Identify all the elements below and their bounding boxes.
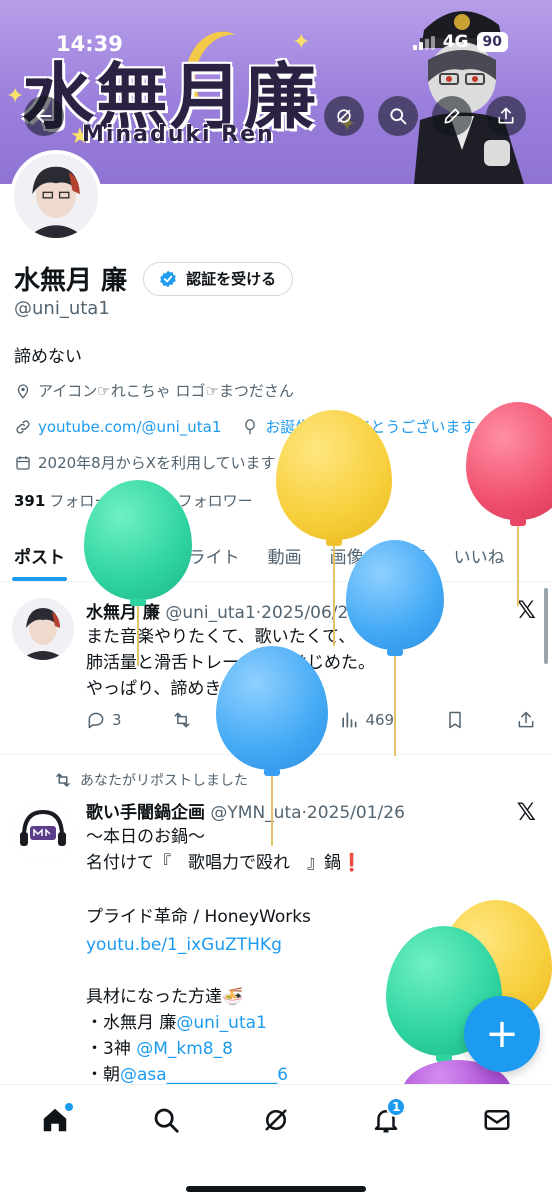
link-row: youtube.com/@uni_uta1 お誕生日おめでとうございます。 [14,416,489,437]
pencil-icon [444,108,460,124]
status-bar: 14:39 4G 90 [0,0,552,80]
bookmark-icon [449,711,461,729]
nav-search[interactable] [144,1105,188,1149]
location-row: アイコン☞れこちゃ ロゴ☞まつださん [14,380,294,401]
get-verified-button[interactable]: 認証を受ける [143,261,294,296]
headphones-logo-icon [12,800,74,862]
post-line: ・水無月 廉@uni_uta1 [86,1010,267,1036]
status-indicators: 4G 90 [412,32,508,52]
share-post-button[interactable] [516,710,536,730]
joined-row[interactable]: 2020年8月からXを利用しています › [14,452,288,473]
plus-icon: + [485,1011,519,1057]
reply-button[interactable]: 3 [86,710,122,730]
bookmark-button[interactable] [445,710,465,730]
link-icon [16,419,30,434]
display-name: 水無月 廉 [14,266,128,296]
reply-icon [88,712,104,729]
search-icon [390,108,407,125]
x-logo-icon: 𝕏 [516,798,536,826]
home-dot-indicator [65,1103,74,1111]
share-icon [518,711,534,728]
search-button[interactable] [378,96,418,136]
item-prefix: ・朝 [86,1065,120,1085]
location-icon [17,383,29,399]
balloon-icon [245,418,256,434]
nav-home[interactable] [33,1103,77,1149]
repost-icon [175,712,190,728]
status-time: 14:39 [56,32,123,56]
grok-icon [265,1109,287,1131]
profile-avatar[interactable] [10,150,102,242]
mention-link[interactable]: @M_km8_8 [136,1039,233,1059]
avatar-image [12,598,74,660]
mention-link[interactable]: @asa_____________6 [120,1065,288,1085]
location-text: アイコン☞れこちゃ ロゴ☞まつださん [38,382,294,400]
tab-posts[interactable]: ポスト [0,530,79,581]
reply-count: 3 [112,711,122,729]
banner-logo-sub: Minaduki Ren [82,122,275,147]
grok-button[interactable] [324,96,364,136]
post-line: 具材になった方達🍜 [86,987,244,1007]
avatar-image [14,154,98,238]
profile-bio: 諦めない [14,347,82,367]
compose-button[interactable]: + [464,996,540,1072]
verify-label: 認証を受ける [186,270,277,288]
balloon-blue [216,646,328,846]
post-line: プライド革命 / HoneyWorks [86,907,311,927]
back-button[interactable] [24,96,64,136]
name-row: 水無月 廉 認証を受ける [14,260,294,297]
share-icon [498,107,514,124]
nav-notifications[interactable]: 1 [364,1097,408,1149]
search-icon [154,1108,179,1133]
repost-button[interactable] [172,710,192,730]
edit-button[interactable] [432,96,472,136]
calendar-icon [16,455,30,470]
balloon-blue [346,540,444,756]
post-line: ・3神 @M_km8_8 [86,1036,233,1062]
network-label: 4G [442,32,469,52]
battery-icon: 90 [476,32,508,52]
notification-badge: 1 [386,1097,407,1117]
post-author-name[interactable]: 歌い手闇鍋企画 [86,803,205,823]
item-prefix: ・水無月 廉 [86,1013,177,1033]
post-link[interactable]: youtu.be/1_ixGuZTHKg [86,932,282,958]
nav-grok[interactable] [254,1105,298,1149]
post-avatar[interactable] [12,598,74,660]
signal-icon [412,34,435,50]
following-count: 391 [14,492,46,510]
nav-messages[interactable] [475,1105,519,1149]
repost-icon [56,773,70,787]
balloon-green [84,480,192,666]
verified-badge-icon [160,270,176,287]
mention-link[interactable]: @uni_uta1 [176,1013,266,1033]
website-link[interactable]: youtube.com/@uni_uta1 [38,418,221,436]
balloon-red [466,402,552,606]
item-prefix: ・3神 [86,1039,137,1059]
share-button[interactable] [486,96,526,136]
bottom-nav: 1 [0,1084,552,1200]
grok-icon [337,109,351,123]
joined-text: 2020年8月からXを利用しています [38,454,276,472]
home-indicator [186,1186,366,1192]
profile-handle: @uni_uta1 [14,298,110,319]
post-line: 〜本日のお鍋〜 [86,827,205,847]
mail-icon [484,1110,510,1130]
arrow-left-icon [36,109,52,123]
post-avatar[interactable] [12,800,74,862]
post-line: 名付けて『 歌唱力で殴れ 』鍋❗ [86,853,363,873]
